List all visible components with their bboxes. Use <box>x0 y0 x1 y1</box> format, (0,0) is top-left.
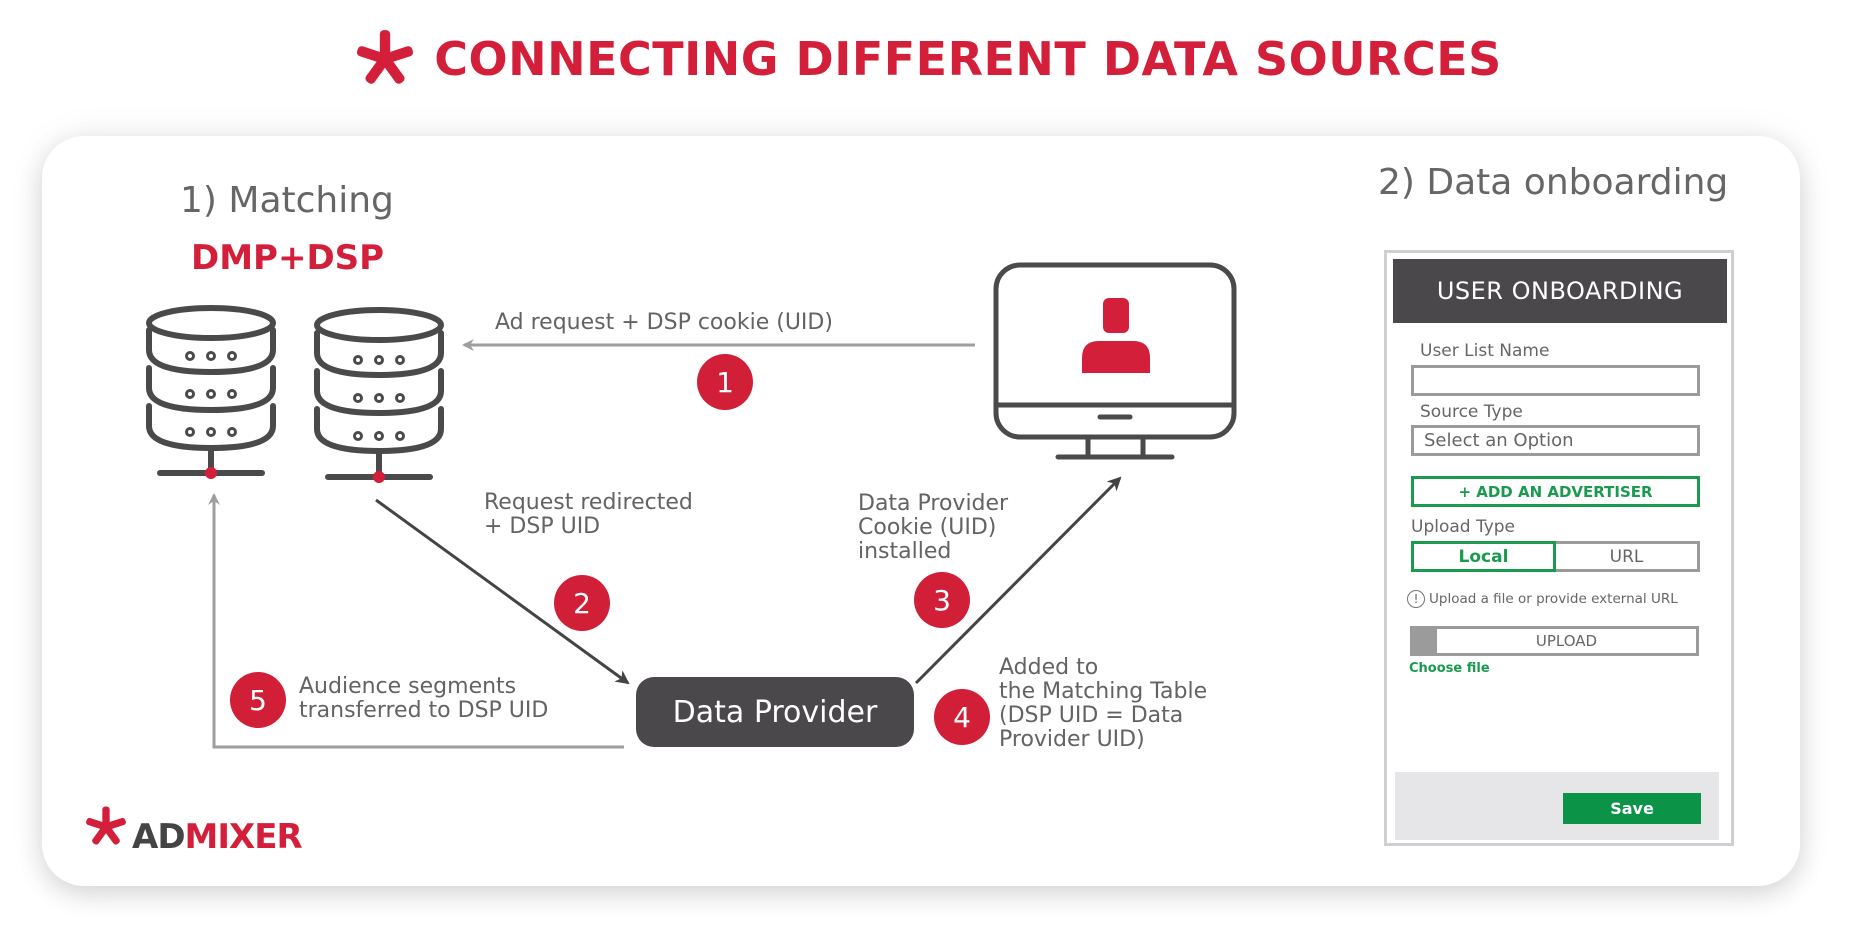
upload-type-label: Upload Type <box>1411 517 1516 537</box>
data-provider-box: Data Provider <box>636 677 914 747</box>
database-server-icon <box>146 305 276 476</box>
step-5-label: Audience segments transferred to DSP UID <box>299 675 548 723</box>
info-icon: ! <box>1407 590 1425 608</box>
upload-info-text: Upload a file or provide external URL <box>1429 591 1678 607</box>
step-1-label: Ad request + DSP cookie (UID) <box>495 310 833 335</box>
upload-type-url-tab[interactable]: URL <box>1556 541 1700 572</box>
upload-button[interactable]: UPLOAD <box>1410 626 1699 656</box>
choose-file-link[interactable]: Choose file <box>1409 661 1490 676</box>
dmp-dsp-label: DMP+DSP <box>191 238 385 278</box>
database-server-icon <box>314 307 444 480</box>
save-button[interactable]: Save <box>1563 793 1701 824</box>
step-2-line: Request redirected <box>484 490 693 515</box>
step-3-badge: 3 <box>914 572 970 628</box>
source-type-select[interactable]: Select an Option <box>1411 425 1700 456</box>
step-5-line: Audience segments <box>299 674 517 699</box>
server-node-dot <box>373 471 385 483</box>
step-4-label: Added to the Matching Table (DSP UID = D… <box>999 656 1207 752</box>
upload-progress-handle <box>1413 629 1437 653</box>
monitor-user-icon <box>993 262 1237 460</box>
logo-text-ad: AD <box>132 817 186 857</box>
step-2-label: Request redirected + DSP UID <box>484 491 693 539</box>
step-5-badge: 5 <box>230 672 286 728</box>
upload-type-local-tab[interactable]: Local <box>1411 541 1556 572</box>
step-2-badge: 2 <box>554 575 610 631</box>
onboarding-heading: 2) Data onboarding <box>1378 162 1729 203</box>
step-2-line: + DSP UID <box>484 514 601 539</box>
upload-info: ! Upload a file or provide external URL <box>1407 590 1678 608</box>
step-1-badge: 1 <box>697 354 753 410</box>
admixer-logo: AD MIXER <box>84 805 303 857</box>
step-3-line: Data Provider <box>858 491 1009 516</box>
step-4-line: Added to <box>999 655 1099 680</box>
server-node-dot <box>205 467 217 479</box>
step-5-line: transferred to DSP UID <box>299 698 549 723</box>
step-4-line: (DSP UID = Data <box>999 703 1184 728</box>
user-list-name-label: User List Name <box>1420 341 1550 361</box>
step-4-line: Provider UID) <box>999 727 1145 752</box>
add-advertiser-button[interactable]: + ADD AN ADVERTISER <box>1411 476 1700 507</box>
source-type-label: Source Type <box>1420 402 1523 422</box>
logo-text-mixer: MIXER <box>184 817 303 857</box>
upload-label: UPLOAD <box>1535 632 1598 650</box>
step-3-label: Data Provider Cookie (UID) installed <box>858 492 1008 564</box>
user-list-name-input[interactable] <box>1411 365 1700 396</box>
step-3-line: Cookie (UID) <box>858 515 997 540</box>
form-header: USER ONBOARDING <box>1393 259 1727 323</box>
step-3-line: installed <box>858 539 952 564</box>
asterisk-icon <box>86 806 126 845</box>
step-4-badge: 4 <box>934 689 990 745</box>
matching-heading: 1) Matching <box>180 180 394 221</box>
step-4-line: the Matching Table <box>999 679 1208 704</box>
